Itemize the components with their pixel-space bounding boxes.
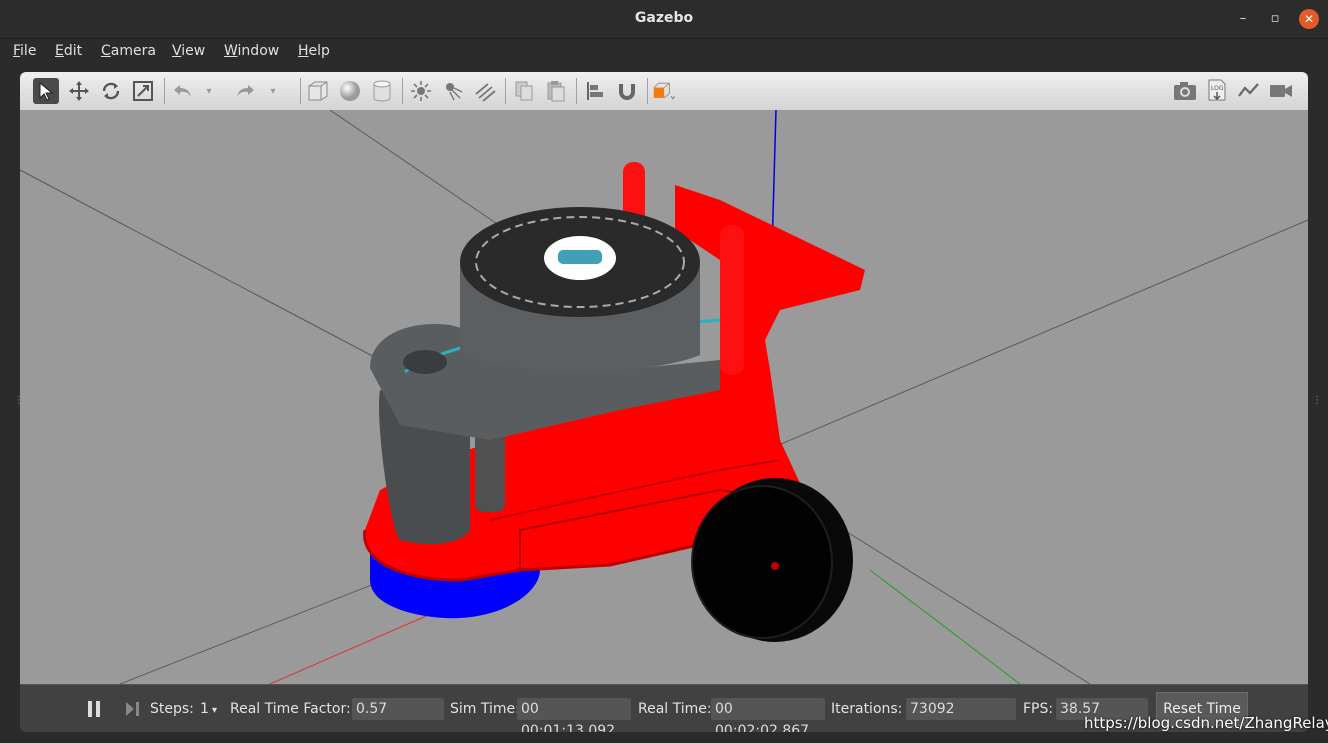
directional-light-icon[interactable] xyxy=(472,78,498,104)
steps-value[interactable]: 1 xyxy=(200,701,209,717)
scene-render xyxy=(20,109,1308,685)
screenshot-icon[interactable] xyxy=(1172,78,1198,104)
right-panel-handle[interactable]: ⋮ xyxy=(1312,395,1322,411)
window-titlebar: Gazebo – ▫ ✕ xyxy=(0,0,1328,39)
menu-view[interactable]: View xyxy=(172,43,205,59)
log-icon-label: LOG xyxy=(1211,85,1224,92)
x-axis xyxy=(269,609,441,685)
view-angle-icon[interactable] xyxy=(652,78,678,104)
toolbar: ▾ ▾ LOG xyxy=(20,72,1308,111)
record-video-icon[interactable] xyxy=(1268,78,1294,104)
align-icon[interactable] xyxy=(582,78,608,104)
rtf-field: 0.57 xyxy=(352,698,444,720)
rotate-icon[interactable] xyxy=(98,78,124,104)
robot-model[interactable] xyxy=(363,162,865,642)
real-time-field: 00 00:02:02.867 xyxy=(711,698,825,732)
fps-label: FPS: xyxy=(1023,701,1054,717)
step-button[interactable] xyxy=(124,699,142,719)
redo-menu-icon[interactable]: ▾ xyxy=(266,78,280,104)
snap-icon[interactable] xyxy=(614,78,640,104)
menu-help[interactable]: Help xyxy=(298,43,330,59)
steps-label: Steps: xyxy=(150,701,194,717)
menu-file[interactable]: File xyxy=(13,43,36,59)
real-time-label: Real Time: xyxy=(638,701,712,717)
scale-icon[interactable] xyxy=(130,78,156,104)
plot-icon[interactable] xyxy=(1236,78,1262,104)
rtf-label: Real Time Factor: xyxy=(230,701,351,717)
undo-icon[interactable] xyxy=(170,78,196,104)
log-icon[interactable]: LOG xyxy=(1204,78,1230,104)
steps-dropdown-icon[interactable]: ▾ xyxy=(212,705,217,716)
iterations-field: 73092 xyxy=(906,698,1016,720)
redo-icon[interactable] xyxy=(232,78,258,104)
window-title: Gazebo xyxy=(634,10,694,26)
select-arrow-icon[interactable] xyxy=(33,78,59,104)
paste-icon[interactable] xyxy=(543,78,569,104)
box-shape-icon[interactable] xyxy=(305,78,331,104)
scene-viewport[interactable] xyxy=(20,109,1308,685)
left-panel-handle[interactable]: ⋮ xyxy=(14,395,24,411)
sim-time-label: Sim Time: xyxy=(450,701,520,717)
translate-icon[interactable] xyxy=(66,78,92,104)
sim-time-field: 00 00:01:13.092 xyxy=(517,698,631,732)
watermark: https://blog.csdn.net/ZhangRelay xyxy=(1084,714,1328,732)
menu-bar: File Edit Camera View Window Help xyxy=(0,39,1328,65)
sphere-shape-icon[interactable] xyxy=(337,78,363,104)
point-light-icon[interactable] xyxy=(408,78,434,104)
pause-button[interactable] xyxy=(86,699,102,719)
y-axis xyxy=(869,569,1021,685)
maximize-button[interactable]: ▫ xyxy=(1265,9,1285,29)
mast-right xyxy=(720,225,744,375)
spot-light-icon[interactable] xyxy=(440,78,466,104)
iterations-label: Iterations: xyxy=(831,701,903,717)
menu-window[interactable]: Window xyxy=(224,43,279,59)
main-frame: ▾ ▾ LOG Steps: 1 ▾ Real Time Factor: 0.5… xyxy=(20,72,1308,732)
menu-camera[interactable]: Camera xyxy=(101,43,156,59)
close-button[interactable]: ✕ xyxy=(1299,9,1319,29)
cylinder-shape-icon[interactable] xyxy=(369,78,395,104)
copy-icon[interactable] xyxy=(511,78,537,104)
undo-menu-icon[interactable]: ▾ xyxy=(202,78,216,104)
menu-edit[interactable]: Edit xyxy=(55,43,82,59)
minimize-button[interactable]: – xyxy=(1233,9,1253,29)
